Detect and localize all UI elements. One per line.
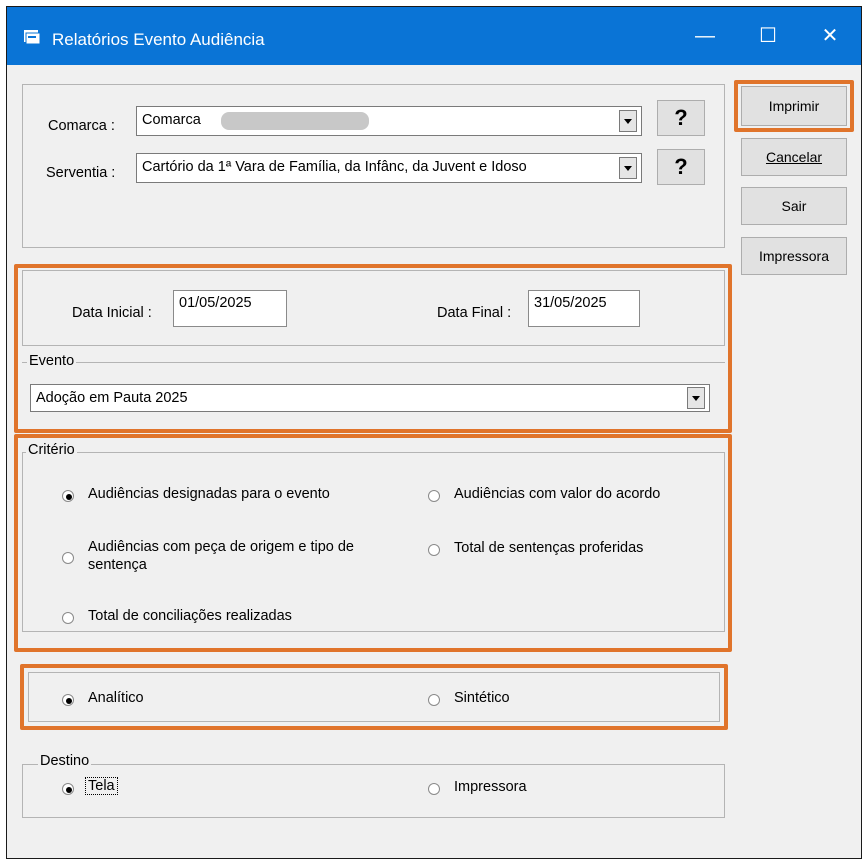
chevron-down-icon (692, 396, 700, 401)
close-icon: ✕ (821, 25, 839, 47)
maximize-button[interactable]: ☐ (738, 7, 798, 65)
destination-printer-radio[interactable] (428, 783, 440, 795)
event-dropdown-arrow[interactable] (687, 387, 705, 409)
criteria-label-conciliacoes: Total de conciliações realizadas (88, 608, 292, 624)
analytic-label: Analítico (88, 690, 144, 706)
criteria-radio-valor-acordo[interactable] (428, 490, 440, 502)
destination-screen-label: Tela (85, 777, 118, 795)
start-date-label: Data Inicial : (72, 305, 152, 321)
window-title: Relatórios Evento Audiência (52, 30, 265, 49)
help-icon: ? (674, 105, 688, 130)
criteria-label-valor-acordo: Audiências com valor do acordo (454, 486, 661, 502)
criteria-radio-designadas[interactable] (62, 490, 74, 502)
serventia-dropdown-arrow[interactable] (619, 157, 637, 179)
minimize-icon: — (695, 25, 715, 47)
comarca-dropdown-arrow[interactable] (619, 110, 637, 132)
chevron-down-icon (624, 166, 632, 171)
minimize-button[interactable]: — (675, 7, 735, 65)
exit-button-label: Sair (781, 198, 807, 214)
help-icon: ? (674, 154, 688, 179)
start-date-input[interactable]: 01/05/2025 (173, 290, 287, 327)
criteria-radio-peca-origem[interactable] (62, 552, 74, 564)
redacted-text (221, 112, 369, 130)
criteria-radio-sentencas[interactable] (428, 544, 440, 556)
serventia-value: Cartório da 1ª Vara de Família, da Infân… (142, 159, 527, 175)
destination-screen-radio[interactable] (62, 783, 74, 795)
printer-settings-button[interactable]: Impressora (741, 237, 847, 275)
event-select[interactable]: Adoção em Pauta 2025 (30, 384, 710, 412)
destination-group (22, 764, 725, 818)
destination-printer-label: Impressora (454, 779, 527, 795)
criteria-legend: Critério (26, 442, 77, 458)
end-date-label: Data Final : (437, 305, 512, 321)
serventia-label: Serventia : (46, 165, 116, 181)
window-icon (23, 28, 43, 46)
comarca-select[interactable]: Comarca (136, 106, 642, 136)
synthetic-radio[interactable] (428, 694, 440, 706)
criteria-label-peca-origem: Audiências com peça de origem e tipo de … (88, 539, 354, 573)
serventia-select[interactable]: Cartório da 1ª Vara de Família, da Infân… (136, 153, 642, 183)
analytic-radio[interactable] (62, 694, 74, 706)
end-date-input[interactable]: 31/05/2025 (528, 290, 640, 327)
synthetic-label: Sintético (454, 690, 510, 706)
comarca-help-button[interactable]: ? (657, 100, 705, 136)
exit-button[interactable]: Sair (741, 187, 847, 225)
destination-legend: Destino (38, 753, 92, 769)
print-button[interactable]: Imprimir (741, 86, 847, 126)
print-button-label: Imprimir (768, 98, 820, 114)
comarca-label: Comarca : (48, 118, 115, 134)
event-legend: Evento (27, 353, 77, 369)
chevron-down-icon (624, 119, 632, 124)
event-value: Adoção em Pauta 2025 (36, 390, 188, 406)
maximize-icon: ☐ (759, 25, 777, 47)
close-button[interactable]: ✕ (800, 7, 860, 65)
criteria-radio-conciliacoes[interactable] (62, 612, 74, 624)
cancel-button[interactable]: Cancelar (741, 138, 847, 176)
criteria-label-sentencas: Total de sentenças proferidas (454, 540, 644, 556)
printer-settings-button-label: Impressora (758, 248, 830, 264)
criteria-label-designadas: Audiências designadas para o evento (88, 486, 330, 502)
comarca-value: Comarca (142, 112, 201, 128)
cancel-button-label: Cancelar (765, 149, 823, 165)
serventia-help-button[interactable]: ? (657, 149, 705, 185)
